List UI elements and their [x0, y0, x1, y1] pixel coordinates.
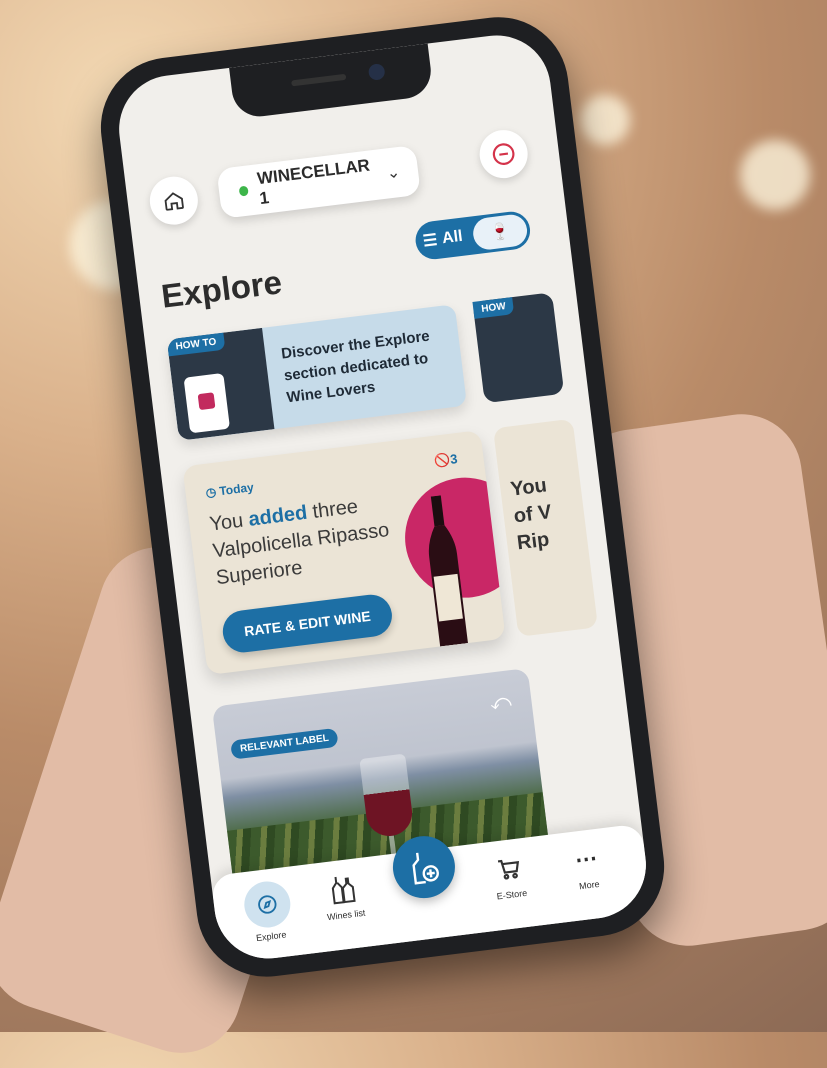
rate-edit-wine-button[interactable]: RATE & EDIT WINE: [220, 592, 395, 655]
glasses-icon: 🍷: [489, 223, 511, 243]
filter-all-button[interactable]: ☰ All: [413, 217, 472, 261]
howto-text: Discover the Explore section dedicated t…: [280, 327, 431, 407]
background-light-2: [740, 140, 810, 210]
cellar-status-dot: [238, 185, 250, 197]
home-icon: [164, 192, 184, 211]
home-button[interactable]: [147, 173, 201, 228]
tab-wines-list[interactable]: Wines list: [306, 868, 381, 924]
tab-explore[interactable]: Explore: [230, 877, 307, 945]
remove-button[interactable]: [476, 127, 531, 181]
page-title: Explore: [159, 263, 284, 315]
add-bottle-icon: [412, 852, 439, 885]
tab-more[interactable]: ⋯ More: [549, 838, 624, 894]
list-icon: ☰: [422, 231, 439, 251]
tab-estore[interactable]: E-Store: [472, 848, 547, 904]
next-activity-card[interactable]: You of V Rip: [492, 418, 598, 637]
bottle-count-value: 3: [449, 451, 459, 467]
cart-icon: [472, 848, 546, 890]
cellar-name: WINECELLAR 1: [256, 155, 371, 209]
filter-cheers-button[interactable]: 🍷: [470, 212, 529, 252]
chevron-down-icon: ⌄: [385, 163, 402, 183]
relevant-label-tag: RELEVANT LABEL: [230, 727, 339, 760]
next-howto-card[interactable]: HOW: [472, 292, 565, 404]
phone-mini-icon: [183, 372, 231, 434]
cellar-selector[interactable]: WINECELLAR 1 ⌄: [216, 144, 421, 219]
howto-card[interactable]: HOW TO Discover the Explore section dedi…: [166, 304, 468, 441]
compass-icon: [241, 878, 293, 931]
app-screen: WINECELLAR 1 ⌄ Explore ☰ All 🍷 HOW TO Di…: [112, 29, 653, 965]
view-toggle: ☰ All 🍷: [413, 209, 533, 262]
activity-time-label: Today: [218, 480, 255, 499]
phone-notch: [229, 43, 434, 120]
activity-message: You added three Valpolicella Ripasso Sup…: [208, 489, 401, 592]
next-activity-text: You of V Rip: [509, 474, 553, 555]
msg-highlight: added: [247, 501, 309, 531]
bottle-count: 🚫3: [433, 451, 459, 469]
msg-prefix: You: [208, 509, 250, 536]
next-howto-tag: HOW: [472, 297, 515, 319]
minus-circle-icon: [492, 143, 515, 165]
activity-card[interactable]: ◷ Today 🚫3 You added three Valpolicella …: [182, 430, 506, 676]
filter-all-label: All: [441, 227, 464, 248]
bottles-icon: [306, 868, 380, 910]
tab-explore-label: Explore: [255, 929, 287, 944]
share-icon[interactable]: ⤺: [489, 690, 513, 715]
more-icon: ⋯: [573, 845, 599, 873]
activity-time: ◷ Today: [204, 480, 255, 500]
